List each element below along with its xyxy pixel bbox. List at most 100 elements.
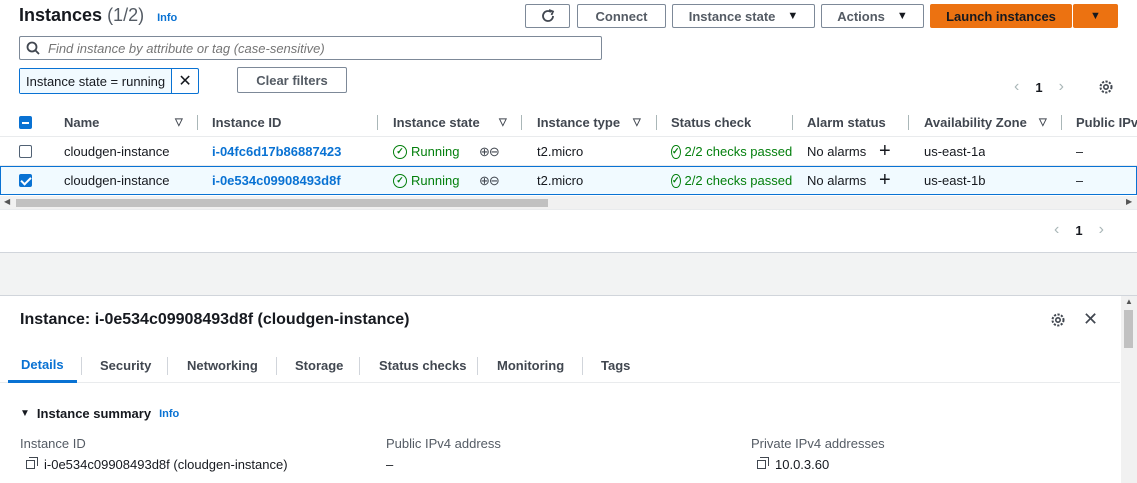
refresh-icon: [541, 9, 554, 22]
prev-page-icon[interactable]: ‹: [1014, 78, 1019, 96]
column-divider: [908, 115, 909, 130]
zoom-in-icon[interactable]: ⊕: [479, 144, 490, 160]
tab-tags[interactable]: Tags: [601, 348, 630, 383]
instance-state-dropdown[interactable]: Instance state ▼: [672, 4, 815, 28]
launch-instances-button[interactable]: Launch instances: [930, 4, 1072, 28]
instance-id-label: Instance ID: [20, 436, 86, 451]
instance-count: (1/2): [107, 5, 145, 25]
zoom-out-icon[interactable]: ⊖: [489, 173, 499, 189]
instance-summary-header[interactable]: ▼ Instance summary Info: [20, 406, 179, 421]
gear-icon: [1051, 313, 1065, 327]
private-ipv4-text: 10.0.3.60: [775, 457, 830, 472]
instance-id-link[interactable]: i-0e534c09908493d8f: [212, 166, 341, 195]
column-header-name[interactable]: Name: [64, 108, 99, 137]
tab-networking[interactable]: Networking: [187, 348, 258, 383]
column-divider: [197, 115, 198, 130]
tab-divider: [276, 357, 277, 375]
add-alarm-icon[interactable]: +: [879, 137, 891, 166]
column-header-instance-type[interactable]: Instance type: [537, 108, 620, 137]
private-ipv4-value: 10.0.3.60: [757, 457, 829, 472]
sort-caret-icon[interactable]: ▽: [633, 117, 641, 128]
tab-status-checks[interactable]: Status checks: [379, 348, 466, 383]
page-number[interactable]: 1: [1035, 80, 1042, 95]
instance-id-text: i-0e534c09908493d8f (cloudgen-instance): [44, 457, 288, 472]
next-page-icon[interactable]: ›: [1059, 78, 1064, 96]
detail-title: Instance: i-0e534c09908493d8f (cloudgen-…: [20, 311, 410, 328]
vertical-scrollbar[interactable]: ▲: [1121, 296, 1137, 483]
next-page-icon[interactable]: ›: [1099, 221, 1104, 239]
check-circle-icon: ✓: [393, 173, 407, 188]
split-divider: [0, 252, 1137, 296]
column-header-alarm-status[interactable]: Alarm status: [807, 108, 886, 137]
row-checkbox[interactable]: [19, 137, 32, 166]
scrollbar-thumb[interactable]: [1124, 310, 1133, 348]
scroll-left-icon[interactable]: ◀: [4, 197, 10, 206]
alarm-status: No alarms: [807, 173, 867, 188]
add-alarm-icon[interactable]: +: [879, 166, 891, 195]
search-box[interactable]: [19, 36, 602, 60]
tab-storage[interactable]: Storage: [295, 348, 343, 383]
public-ipv4: –: [1076, 173, 1084, 188]
checkbox-icon: [19, 145, 32, 158]
table-row[interactable]: cloudgen-instance i-04fc6d17b86887423 ✓ R…: [0, 137, 1137, 166]
column-header-status-check[interactable]: Status check: [671, 108, 751, 137]
bottom-pagination: ‹ 1 ›: [1054, 221, 1104, 239]
close-detail-button[interactable]: ✕: [1083, 309, 1098, 330]
instance-state-label: Instance state: [688, 8, 776, 24]
column-header-instance-state[interactable]: Instance state: [393, 108, 480, 137]
instance-id-link[interactable]: i-04fc6d17b86887423: [212, 137, 341, 166]
tab-divider: [81, 357, 82, 375]
remove-filter-button[interactable]: ✕: [172, 69, 198, 93]
zoom-out-icon[interactable]: ⊖: [489, 144, 499, 160]
actions-dropdown[interactable]: Actions ▼: [821, 4, 924, 28]
tab-divider: [582, 357, 583, 375]
horizontal-scrollbar[interactable]: ◀ ▶: [0, 196, 1137, 210]
instance-name: cloudgen-instance: [64, 144, 170, 159]
table-header: Name ▽ Instance ID Instance state ▽ Inst…: [0, 108, 1137, 137]
clear-filters-button[interactable]: Clear filters: [237, 67, 347, 93]
scrollbar-thumb[interactable]: [16, 199, 548, 207]
tab-security[interactable]: Security: [100, 348, 151, 383]
checkbox-checked-icon: [19, 174, 32, 187]
scroll-right-icon[interactable]: ▶: [1126, 197, 1132, 206]
copy-icon[interactable]: [757, 457, 769, 469]
close-icon: ✕: [1083, 309, 1099, 329]
status-check-text: 2/2 checks passed: [684, 173, 792, 188]
page-title-text: Instances: [19, 5, 103, 25]
availability-zone: us-east-1b: [924, 173, 986, 188]
refresh-button[interactable]: [525, 4, 570, 28]
tab-details[interactable]: Details: [8, 348, 77, 383]
row-checkbox[interactable]: [19, 166, 32, 195]
detail-preferences-button[interactable]: [1050, 312, 1066, 328]
private-ipv4-label: Private IPv4 addresses: [751, 436, 885, 451]
tab-monitoring[interactable]: Monitoring: [497, 348, 564, 383]
column-header-public-ipv4[interactable]: Public IPv: [1076, 108, 1137, 137]
select-all-checkbox[interactable]: [19, 108, 32, 137]
launch-options-button[interactable]: ▼: [1073, 4, 1118, 28]
preferences-button[interactable]: [1098, 79, 1114, 95]
availability-zone: us-east-1a: [924, 144, 986, 159]
public-ipv4-label: Public IPv4 address: [386, 436, 501, 451]
check-circle-icon: ✓: [671, 173, 681, 188]
instances-panel: Instances (1/2) Info Connect Instance st…: [0, 0, 1137, 252]
summary-info-link[interactable]: Info: [159, 408, 179, 420]
connect-button[interactable]: Connect: [577, 4, 666, 28]
info-link[interactable]: Info: [157, 12, 177, 24]
sort-caret-icon[interactable]: ▽: [499, 117, 507, 128]
public-ipv4-value: –: [386, 457, 394, 472]
search-input[interactable]: [48, 40, 601, 56]
zoom-in-icon[interactable]: ⊕: [479, 173, 490, 189]
page-number[interactable]: 1: [1075, 223, 1082, 238]
table-row-selected[interactable]: cloudgen-instance i-0e534c09908493d8f ✓ R…: [0, 166, 1137, 195]
instance-state: ✓ Running: [393, 166, 459, 195]
column-header-availability-zone[interactable]: Availability Zone: [924, 108, 1027, 137]
prev-page-icon[interactable]: ‹: [1054, 221, 1059, 239]
actions-label: Actions: [837, 8, 885, 24]
copy-icon[interactable]: [26, 457, 38, 469]
column-header-instance-id[interactable]: Instance ID: [212, 108, 281, 137]
sort-caret-icon[interactable]: ▽: [175, 117, 183, 128]
instance-type: t2.micro: [537, 144, 584, 159]
filter-token-label: Instance state = running: [20, 69, 173, 93]
scroll-up-icon[interactable]: ▲: [1125, 297, 1133, 306]
sort-caret-icon[interactable]: ▽: [1039, 117, 1047, 128]
